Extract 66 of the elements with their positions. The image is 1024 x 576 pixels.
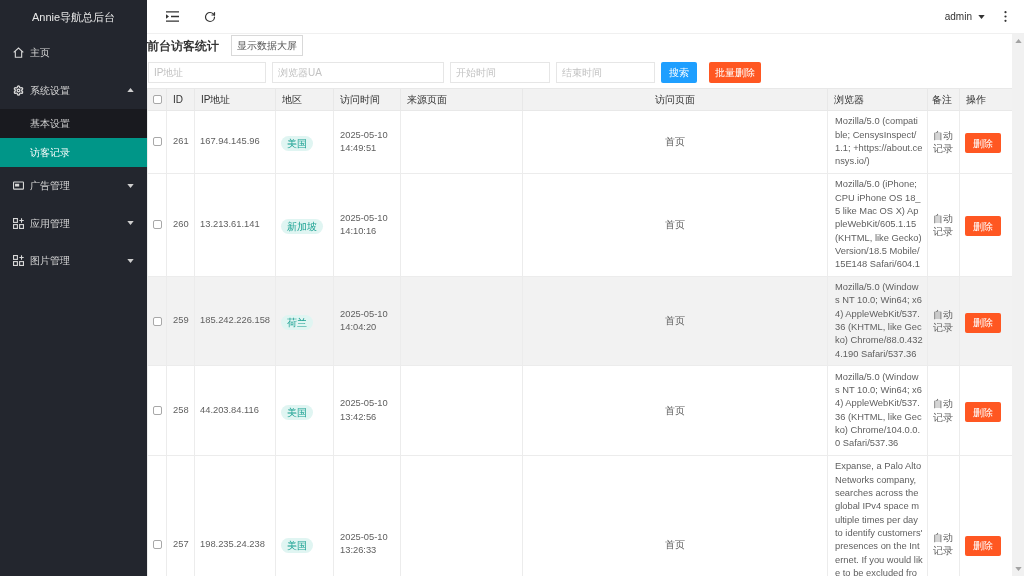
table-cell: 首页 — [522, 276, 828, 366]
caret-down-icon — [978, 14, 985, 19]
table-cell: Mozilla/5.0 (compatible; CensysInspect/1.1; +https://about.censys.io/) — [827, 110, 928, 174]
grid-icon — [13, 217, 24, 229]
region-tag: 新加坡 — [281, 218, 323, 234]
refresh-icon[interactable] — [204, 10, 216, 23]
table-cell: 自动记录 — [927, 276, 960, 366]
region-tag: 美国 — [281, 538, 313, 554]
data-screen-button[interactable]: 显示数据大屏 — [231, 35, 303, 56]
table-cell: 259 — [166, 276, 195, 366]
menu-icon[interactable] — [166, 11, 179, 22]
home-icon — [13, 47, 24, 59]
sidebar-item[interactable]: 应用管理 — [0, 204, 147, 242]
table-cell: 258 — [166, 365, 195, 456]
submenu-item[interactable]: 访客记录 — [0, 138, 147, 167]
more-options-icon[interactable] — [1004, 11, 1007, 22]
table-cell: Mozilla/5.0 (iPhone; CPU iPhone OS 18_5 like Mac OS X) AppleWebKit/605.1.15 (KHTML, like Gecko) Version/18.5 Mobile/15E148 Safari/604.1 — [827, 173, 928, 277]
table-cell: 44.203.84.116 — [194, 365, 276, 456]
table-cell: 260 — [166, 173, 195, 277]
region-tag: 美国 — [281, 135, 313, 151]
table-cell: Mozilla/5.0 (Windows NT 10.0; Win64; x64) AppleWebKit/537.36 (KHTML, like Gecko) Chrome/88.0.4324.190 Safari/537.36 — [827, 276, 928, 366]
table-cell: 2025-05-10 14:49:51 — [333, 110, 401, 174]
column-header: 访问页面 — [522, 88, 828, 111]
table-cell: 2025-05-10 14:04:20 — [333, 276, 401, 366]
sidebar-item[interactable]: 系统设置 — [0, 71, 147, 109]
sidebar-item[interactable]: 图片管理 — [0, 242, 147, 280]
user-menu[interactable]: admin — [944, 9, 985, 24]
select-all-checkbox[interactable] — [153, 95, 162, 104]
scroll-down-arrow-icon — [1014, 567, 1022, 571]
grid-icon — [13, 255, 24, 267]
table-cell: 首页 — [522, 173, 828, 277]
table-cell: Mozilla/5.0 (Windows NT 10.0; Win64; x64) AppleWebKit/537.36 (KHTML, like Gecko) Chrome/104.0.0.0 Safari/537.36 — [827, 365, 928, 456]
row-checkbox[interactable] — [153, 406, 162, 416]
page-title: 前台访客统计 — [147, 37, 219, 55]
table-cell: 自动记录 — [927, 173, 960, 277]
column-header: IP地址 — [194, 88, 276, 111]
column-header: 访问时间 — [333, 88, 401, 111]
region-tag: 美国 — [281, 404, 313, 420]
table-cell: 185.242.226.158 — [194, 276, 276, 366]
table-cell: 13.213.61.141 — [194, 173, 276, 277]
table-cell: 自动记录 — [927, 365, 960, 456]
sidebar-item[interactable]: 主页 — [0, 34, 147, 72]
row-checkbox[interactable] — [153, 137, 162, 147]
table-cell: 261 — [166, 110, 195, 174]
card-icon — [13, 181, 24, 191]
column-header: 来源页面 — [400, 88, 523, 111]
row-checkbox[interactable] — [153, 220, 162, 230]
table-cell: 首页 — [522, 365, 828, 456]
row-checkbox[interactable] — [153, 316, 162, 326]
table-cell: 167.94.145.96 — [194, 110, 276, 174]
table-cell: 2025-05-10 13:42:56 — [333, 365, 401, 456]
column-header: 浏览器 — [827, 88, 928, 111]
region-tag: 荷兰 — [281, 315, 313, 331]
app-title: Annie导航总后台 — [31, 9, 116, 25]
gear-icon — [13, 84, 24, 96]
table-cell: 自动记录 — [927, 110, 960, 174]
submenu-item[interactable]: 基本设置 — [0, 109, 147, 138]
row-checkbox[interactable] — [153, 539, 162, 549]
column-header: 备注 — [927, 88, 960, 111]
table-cell: 2025-05-10 14:10:16 — [333, 173, 401, 277]
column-header: 地区 — [275, 88, 334, 111]
sidebar-item[interactable]: 广告管理 — [0, 167, 147, 205]
table-cell: 首页 — [522, 110, 828, 174]
scroll-up-arrow-icon — [1014, 39, 1022, 43]
column-header: ID — [166, 88, 195, 111]
scrollbar[interactable] — [1012, 34, 1024, 576]
